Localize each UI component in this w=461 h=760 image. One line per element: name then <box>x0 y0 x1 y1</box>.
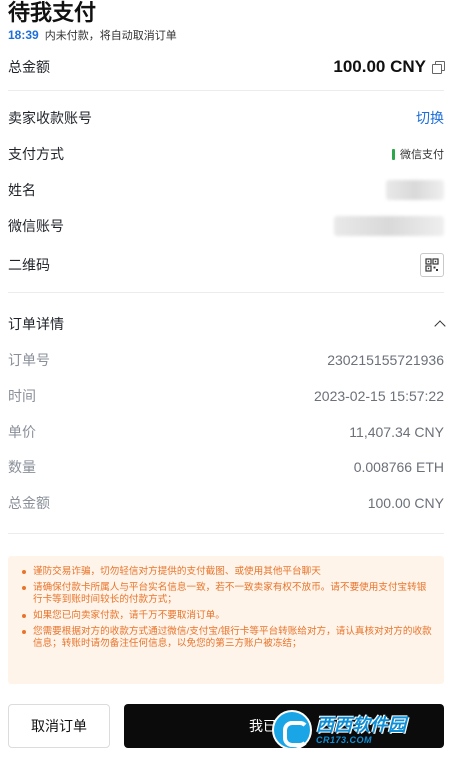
watermark-url: CR173.COM <box>316 735 373 745</box>
total-amount-value: 100.00 CNY <box>333 57 426 76</box>
divider <box>8 533 444 534</box>
unit-price-label: 单价 <box>8 424 36 440</box>
risk-notice: 谨防交易诈骗，切勿轻信对方提供的支付截图、或使用其他平台聊天 请确保付款卡所属人… <box>8 556 444 684</box>
order-number-value: 230215155721936 <box>327 352 444 368</box>
order-time-label: 时间 <box>8 388 36 404</box>
total-amount-row: 总金额 100.00 CNY <box>8 56 445 78</box>
name-redacted <box>386 180 444 200</box>
switch-account-link[interactable]: 切换 <box>416 108 444 128</box>
order-details-header[interactable]: 订单详情 <box>8 313 446 335</box>
chevron-up-icon[interactable] <box>434 320 446 332</box>
order-total-label: 总金额 <box>8 495 50 511</box>
watermark-text: 西西软件园 <box>316 715 406 735</box>
qr-code-label: 二维码 <box>8 257 50 273</box>
qr-code-button[interactable] <box>420 253 444 277</box>
order-time-value: 2023-02-15 15:57:22 <box>314 388 444 404</box>
seller-account-row: 卖家收款账号 切换 <box>8 107 444 129</box>
page-title: 待我支付 <box>8 0 97 25</box>
watermark-logo-icon <box>272 710 312 750</box>
payment-method-row: 支付方式 微信支付 <box>8 143 444 165</box>
quantity-value: 0.008766 ETH <box>353 459 444 475</box>
wechat-account-row: 微信账号 <box>8 215 444 237</box>
wechat-account-label: 微信账号 <box>8 218 64 234</box>
notice-item: 您需要根据对方的收款方式通过微信/支付宝/银行卡等平台转账给对方，请认真核对对方… <box>22 626 434 650</box>
unit-price-value: 11,407.34 CNY <box>349 424 444 440</box>
order-details-title: 订单详情 <box>8 316 64 332</box>
cancel-order-button[interactable]: 取消订单 <box>8 704 110 748</box>
wechat-account-redacted <box>334 216 444 236</box>
qr-code-icon <box>425 258 439 272</box>
site-watermark: 西西软件园 CR173.COM <box>272 708 446 752</box>
countdown-note: 内未付款，将自动取消订单 <box>44 30 177 42</box>
countdown-notice: 18:39 内未付款，将自动取消订单 <box>8 27 453 43</box>
divider <box>8 90 444 91</box>
notice-item: 谨防交易诈骗，切勿轻信对方提供的支付截图、或使用其他平台聊天 <box>22 566 434 578</box>
quantity-label: 数量 <box>8 459 36 475</box>
order-detail-row: 时间 2023-02-15 15:57:22 <box>8 385 444 407</box>
qr-code-row: 二维码 <box>8 252 444 278</box>
wechat-indicator-icon <box>392 148 395 160</box>
order-detail-row: 数量 0.008766 ETH <box>8 456 444 478</box>
total-amount-label: 总金额 <box>8 59 50 75</box>
order-detail-row: 单价 11,407.34 CNY <box>8 421 444 443</box>
payment-method-value: 微信支付 <box>392 146 444 162</box>
order-detail-row: 总金额 100.00 CNY <box>8 492 444 514</box>
countdown-timer: 18:39 <box>8 28 39 42</box>
notice-item: 请确保付款卡所属人与平台实名信息一致，若不一致卖家有权不放币。请不要使用支付宝转… <box>22 582 434 606</box>
seller-account-label: 卖家收款账号 <box>8 110 92 126</box>
name-label: 姓名 <box>8 182 36 198</box>
page-header: 待我支付 18:39 内未付款，将自动取消订单 <box>8 0 453 43</box>
divider <box>8 292 444 293</box>
name-row: 姓名 <box>8 179 444 201</box>
payment-method-label: 支付方式 <box>8 146 64 162</box>
notice-item: 如果您已向卖家付款，请千万不要取消订单。 <box>22 610 434 622</box>
order-detail-row: 订单号 230215155721936 <box>8 349 444 371</box>
order-total-value: 100.00 CNY <box>367 495 444 511</box>
copy-icon[interactable] <box>432 61 445 74</box>
order-number-label: 订单号 <box>8 352 50 368</box>
